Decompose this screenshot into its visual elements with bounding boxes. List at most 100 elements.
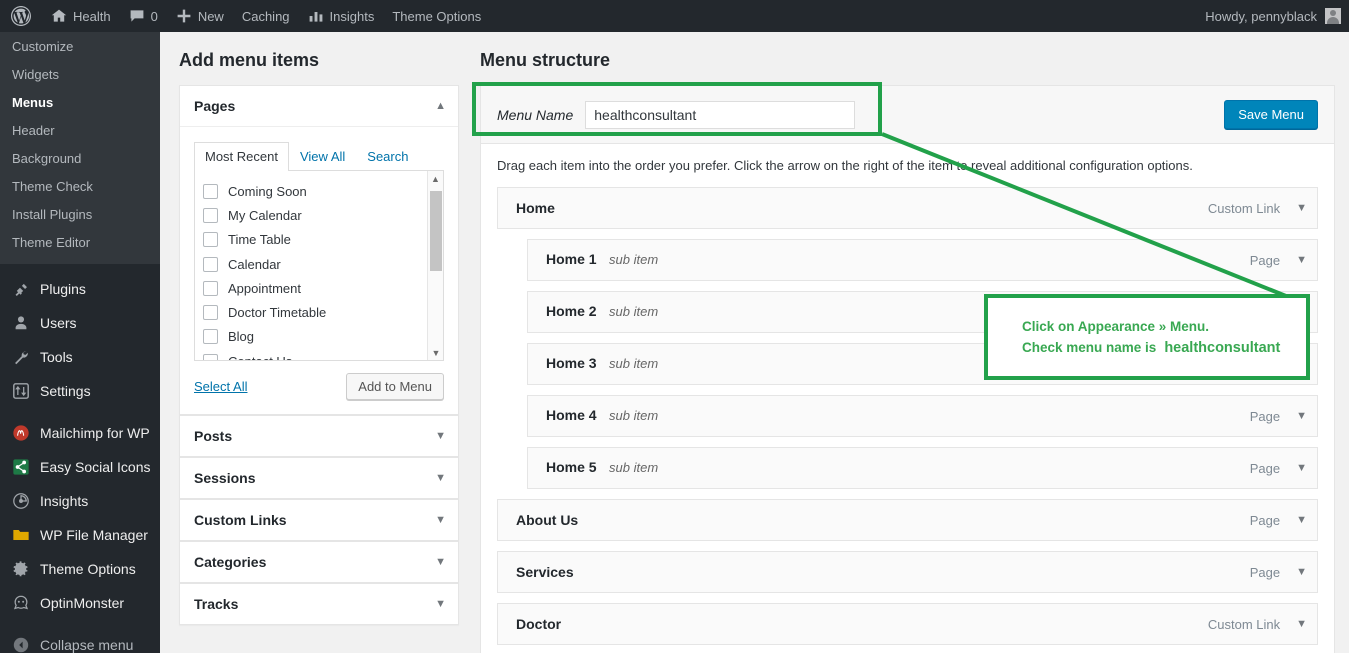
posts-panel: Posts ▼ xyxy=(179,415,459,457)
page-label: My Calendar xyxy=(228,207,302,223)
chevron-down-icon[interactable]: ▼ xyxy=(1296,306,1307,318)
list-item[interactable]: Blog xyxy=(203,325,443,349)
sessions-panel-title: Sessions xyxy=(194,470,256,486)
menu-item-row[interactable]: Services Page ▼ xyxy=(497,551,1318,593)
chevron-down-icon[interactable]: ▼ xyxy=(428,345,443,360)
list-item[interactable]: Contact Us xyxy=(203,349,443,360)
sidebar-item-theme-editor[interactable]: Theme Editor xyxy=(0,229,160,257)
add-to-menu-button[interactable]: Add to Menu xyxy=(346,373,444,400)
sidebar-item-settings[interactable]: Settings xyxy=(0,374,160,408)
checkbox[interactable] xyxy=(203,256,218,272)
chevron-down-icon[interactable]: ▼ xyxy=(1296,202,1307,214)
menu-item-row[interactable]: Home 5 sub item Page ▼ xyxy=(527,447,1318,489)
menu-item-title: Home 3 xyxy=(546,355,597,371)
menu-name-input[interactable] xyxy=(585,100,856,129)
sidebar-item-insights[interactable]: Insights xyxy=(0,484,160,518)
chevron-down-icon[interactable]: ▼ xyxy=(1296,566,1307,578)
chevron-down-icon[interactable]: ▼ xyxy=(435,430,446,442)
menu-item-title: About Us xyxy=(516,512,579,528)
chevron-down-icon[interactable]: ▼ xyxy=(435,472,446,484)
page-label: Contact Us xyxy=(228,354,292,360)
admin-bar-account[interactable]: Howdy, pennyblack xyxy=(1196,0,1349,32)
wordpress-logo-icon[interactable] xyxy=(0,0,42,32)
sidebar-item-customize[interactable]: Customize xyxy=(0,33,160,61)
pages-panel-header[interactable]: Pages ▲ xyxy=(180,86,458,127)
tracks-panel-header[interactable]: Tracks ▼ xyxy=(180,584,458,624)
admin-bar-item-health[interactable]: Health xyxy=(42,0,120,32)
list-item[interactable]: Appointment xyxy=(203,276,443,300)
custom-links-panel: Custom Links ▼ xyxy=(179,499,459,541)
menu-item-row[interactable]: Home Custom Link ▼ xyxy=(497,187,1318,229)
sidebar-item-users[interactable]: Users xyxy=(0,306,160,340)
chevron-down-icon[interactable]: ▼ xyxy=(435,598,446,610)
chevron-down-icon[interactable]: ▼ xyxy=(1296,254,1307,266)
custom-links-panel-header[interactable]: Custom Links ▼ xyxy=(180,500,458,540)
sidebar-item-easy-social-icons[interactable]: Easy Social Icons xyxy=(0,450,160,484)
select-all-link[interactable]: Select All xyxy=(194,379,247,394)
categories-panel-header[interactable]: Categories ▼ xyxy=(180,542,458,582)
admin-bar-item-theme-options[interactable]: Theme Options xyxy=(383,0,490,32)
tab-search[interactable]: Search xyxy=(356,142,419,171)
sidebar-item-theme-check[interactable]: Theme Check xyxy=(0,173,160,201)
checkbox[interactable] xyxy=(203,183,218,199)
save-menu-button[interactable]: Save Menu xyxy=(1224,100,1318,129)
tab-view-all[interactable]: View All xyxy=(289,142,356,171)
menu-item-row[interactable]: Home 3 sub item Page ▼ xyxy=(527,343,1318,385)
sidebar-item-label: WP File Manager xyxy=(40,527,148,543)
sidebar-item-menus[interactable]: Menus xyxy=(0,89,160,117)
checkbox[interactable] xyxy=(203,280,218,296)
menu-item-row[interactable]: About Us Page ▼ xyxy=(497,499,1318,541)
admin-bar-item-insights[interactable]: Insights xyxy=(299,0,384,32)
sidebar-item-tools[interactable]: Tools xyxy=(0,340,160,374)
chevron-down-icon[interactable]: ▼ xyxy=(1296,358,1307,370)
sidebar-item-wp-file-manager[interactable]: WP File Manager xyxy=(0,518,160,552)
chevron-down-icon[interactable]: ▼ xyxy=(1296,462,1307,474)
list-item[interactable]: Time Table xyxy=(203,228,443,252)
sidebar-item-mailchimp-for-wp[interactable]: Mailchimp for WP xyxy=(0,416,160,450)
list-item[interactable]: Coming Soon xyxy=(203,179,443,203)
sidebar-item-theme-options[interactable]: Theme Options xyxy=(0,552,160,586)
checkbox[interactable] xyxy=(203,353,218,360)
sidebar-item-install-plugins[interactable]: Install Plugins xyxy=(0,201,160,229)
sidebar-item-widgets[interactable]: Widgets xyxy=(0,61,160,89)
sidebar-item-background[interactable]: Background xyxy=(0,145,160,173)
scrollbar-thumb[interactable] xyxy=(430,191,442,271)
sessions-panel-header[interactable]: Sessions ▼ xyxy=(180,458,458,498)
pages-list-scrollbar[interactable]: ▲ ▼ xyxy=(427,171,443,360)
menu-name-group: Menu Name xyxy=(497,100,856,129)
chevron-down-icon[interactable]: ▼ xyxy=(435,556,446,568)
admin-bar-comment-count: 0 xyxy=(150,8,158,24)
list-item[interactable]: My Calendar xyxy=(203,203,443,227)
chevron-down-icon[interactable]: ▼ xyxy=(435,514,446,526)
chevron-up-icon[interactable]: ▲ xyxy=(428,171,443,187)
sidebar-item-plugins[interactable]: Plugins xyxy=(0,272,160,306)
chevron-down-icon[interactable]: ▼ xyxy=(1296,514,1307,526)
checkbox[interactable] xyxy=(203,232,218,248)
add-menu-items-column: Add menu items Pages ▲ Most Recent View … xyxy=(179,32,459,625)
menu-item-row[interactable]: Home 2 sub item Page ▼ xyxy=(527,291,1318,333)
menu-item-type: Custom Link xyxy=(1207,200,1281,216)
menu-item-row[interactable]: Doctor Custom Link ▼ xyxy=(497,603,1318,645)
chevron-down-icon[interactable]: ▼ xyxy=(1296,618,1307,630)
checkbox[interactable] xyxy=(203,305,218,321)
menu-item-row[interactable]: Home 1 sub item Page ▼ xyxy=(527,239,1318,281)
admin-bar-item-label: New xyxy=(197,8,224,24)
menu-item-row[interactable]: Home 4 sub item Page ▼ xyxy=(527,395,1318,437)
checkbox[interactable] xyxy=(203,207,218,223)
sidebar-item-collapse-menu[interactable]: Collapse menu xyxy=(0,628,160,653)
admin-bar-item-new[interactable]: New xyxy=(167,0,233,32)
sidebar-divider xyxy=(0,264,160,272)
chevron-down-icon[interactable]: ▼ xyxy=(1296,410,1307,422)
posts-panel-header[interactable]: Posts ▼ xyxy=(180,416,458,456)
checkbox[interactable] xyxy=(203,329,218,345)
admin-bar-item-comments[interactable]: 0 xyxy=(120,0,167,32)
menu-item-title: Home 4 xyxy=(546,407,597,423)
sidebar-item-optinmonster[interactable]: OptinMonster xyxy=(0,586,160,620)
list-item[interactable]: Calendar xyxy=(203,252,443,276)
list-item[interactable]: Doctor Timetable xyxy=(203,300,443,324)
chevron-up-icon[interactable]: ▲ xyxy=(435,100,446,112)
admin-bar-item-caching[interactable]: Caching xyxy=(233,0,299,32)
sidebar-item-label: Insights xyxy=(40,493,89,509)
tab-most-recent[interactable]: Most Recent xyxy=(194,142,289,171)
sidebar-item-header[interactable]: Header xyxy=(0,117,160,145)
